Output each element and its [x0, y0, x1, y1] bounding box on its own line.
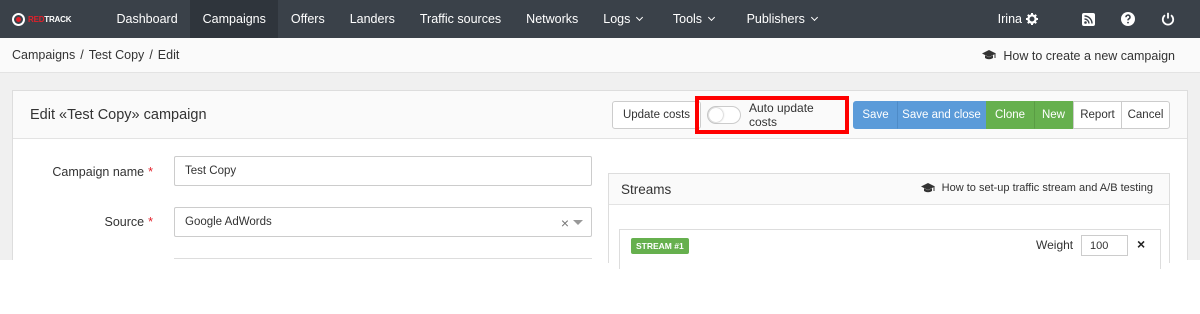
report-button[interactable]: Report — [1073, 101, 1122, 129]
nav-publishers-label: Publishers — [746, 12, 805, 26]
question-icon — [1121, 12, 1135, 26]
power-icon — [1161, 12, 1175, 26]
nav-publishers[interactable]: Publishers — [727, 0, 830, 38]
rss-button[interactable] — [1068, 0, 1108, 38]
remove-stream-icon[interactable]: × — [1137, 236, 1145, 252]
top-navbar: RED TRACK Dashboard Campaigns Offers Lan… — [0, 0, 1200, 38]
chevron-down-icon — [636, 13, 644, 21]
breadcrumb-separator: / — [80, 48, 84, 62]
breadcrumb: Campaigns / Test Copy / Edit How to crea… — [0, 38, 1200, 73]
breadcrumb-test-copy[interactable]: Test Copy — [89, 48, 145, 62]
streams-help-link[interactable]: How to set-up traffic stream and A/B tes… — [920, 182, 1153, 194]
nav-offers[interactable]: Offers — [278, 0, 337, 38]
help-button[interactable] — [1108, 0, 1148, 38]
nav-right: Irina — [998, 0, 1200, 38]
user-name: Irina — [997, 12, 1022, 26]
logout-button[interactable] — [1148, 0, 1188, 38]
source-select-value: Google AdWords — [185, 216, 272, 228]
page-title: Edit «Test Copy» campaign — [30, 107, 207, 123]
nav-traffic-sources[interactable]: Traffic sources — [407, 0, 513, 38]
campaign-name-label: Campaign name * — [13, 165, 153, 179]
cancel-button[interactable]: Cancel — [1121, 101, 1170, 129]
nav-landers[interactable]: Landers — [337, 0, 407, 38]
source-label: Source * — [13, 215, 153, 229]
chevron-down-icon — [708, 13, 716, 21]
panel-header: Edit «Test Copy» campaign Update costs A… — [13, 91, 1187, 139]
rss-icon — [1081, 12, 1095, 26]
nav-logs-label: Logs — [603, 12, 631, 26]
user-menu[interactable]: Irina — [998, 12, 1038, 26]
save-and-close-button[interactable]: Save and close — [897, 101, 986, 129]
streams-title: Streams — [621, 182, 672, 197]
nav-logs[interactable]: Logs — [591, 0, 655, 38]
nav-networks[interactable]: Networks — [514, 0, 591, 38]
chevron-down-icon — [810, 13, 818, 21]
gear-icon — [1026, 13, 1038, 25]
update-costs-button[interactable]: Update costs — [612, 101, 701, 129]
required-marker: * — [148, 215, 153, 229]
breadcrumb-separator: / — [149, 48, 153, 62]
next-field-input[interactable] — [174, 258, 592, 268]
weight-input[interactable]: 100 — [1081, 235, 1128, 256]
create-campaign-help-text: How to create a new campaign — [1003, 48, 1175, 63]
logo-mark-icon — [12, 12, 25, 26]
nav-dashboard[interactable]: Dashboard — [104, 0, 190, 38]
auto-update-costs-highlight: Auto update costs — [695, 96, 849, 134]
auto-update-costs-toggle[interactable] — [707, 106, 741, 124]
streams-header: Streams How to set-up traffic stream and… — [609, 174, 1169, 205]
new-button[interactable]: New — [1034, 101, 1073, 129]
save-button[interactable]: Save — [853, 101, 898, 129]
source-label-text: Source — [104, 215, 145, 229]
nav-tools[interactable]: Tools — [655, 0, 727, 38]
nav-menu: Dashboard Campaigns Offers Landers Traff… — [104, 0, 829, 38]
streams-panel: Streams How to set-up traffic stream and… — [608, 173, 1170, 269]
create-campaign-help-link[interactable]: How to create a new campaign — [982, 38, 1175, 73]
streams-help-text: How to set-up traffic stream and A/B tes… — [941, 182, 1153, 194]
clone-button[interactable]: Clone — [986, 101, 1034, 129]
auto-update-costs-label: Auto update costs — [748, 101, 814, 129]
weight-label: Weight — [1036, 238, 1074, 252]
campaign-name-label-text: Campaign name — [52, 165, 145, 179]
nav-tools-label: Tools — [672, 12, 703, 26]
source-select[interactable]: Google AdWords × — [174, 207, 592, 237]
stream-badge: STREAM #1 — [631, 238, 689, 254]
dropdown-arrow-icon[interactable] — [573, 220, 583, 225]
campaign-name-input[interactable]: Test Copy — [174, 156, 592, 186]
graduation-cap-icon — [920, 182, 935, 192]
breadcrumb-edit: Edit — [157, 48, 180, 62]
required-marker: * — [148, 165, 153, 179]
toggle-knob — [709, 108, 723, 122]
breadcrumb-campaigns[interactable]: Campaigns — [12, 48, 75, 62]
stream-card: STREAM #1 Weight 100 × — [619, 229, 1161, 269]
nav-campaigns[interactable]: Campaigns — [190, 0, 279, 38]
clear-icon[interactable]: × — [561, 215, 569, 231]
graduation-cap-icon — [982, 50, 997, 60]
logo[interactable]: RED TRACK — [0, 0, 96, 38]
edit-campaign-panel: Edit «Test Copy» campaign Update costs A… — [12, 90, 1188, 269]
logo-text-red: RED — [28, 14, 45, 24]
logo-text-white: TRACK — [44, 14, 72, 24]
